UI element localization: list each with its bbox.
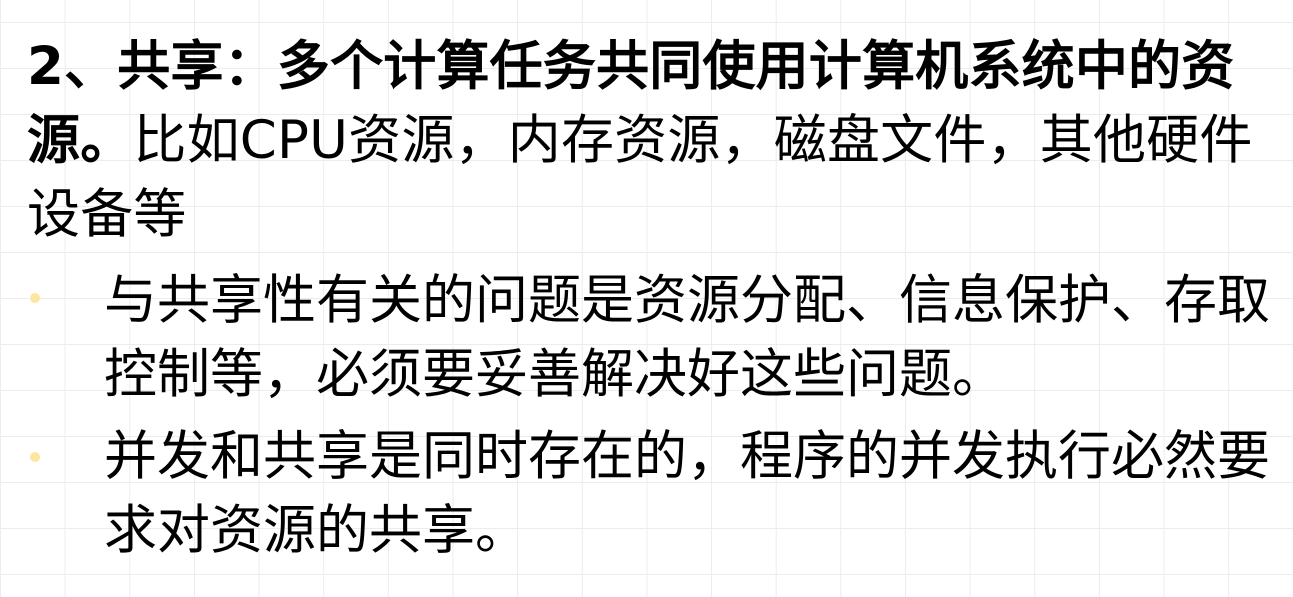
heading-normal-text: 比如CPU资源，内存资源，磁盘文件，其他硬件设备等 [27,110,1253,245]
bullet-item: 与共享性有关的问题是资源分配、信息保护、存取控制等，必须要妥善解决好这些问题。 [104,270,1270,405]
slide-heading: 2、共享：多个计算任务共同使用计算机系统中的资源。比如CPU资源，内存资源，磁盘… [27,30,1289,252]
bullet-item: 并发和共享是同时存在的，程序的并发执行必然要求对资源的共享。 [104,426,1270,561]
bullet-dot-icon [30,293,40,303]
slide: 2、共享：多个计算任务共同使用计算机系统中的资源。比如CPU资源，内存资源，磁盘… [0,0,1293,597]
bullet-dot-icon [30,452,40,462]
